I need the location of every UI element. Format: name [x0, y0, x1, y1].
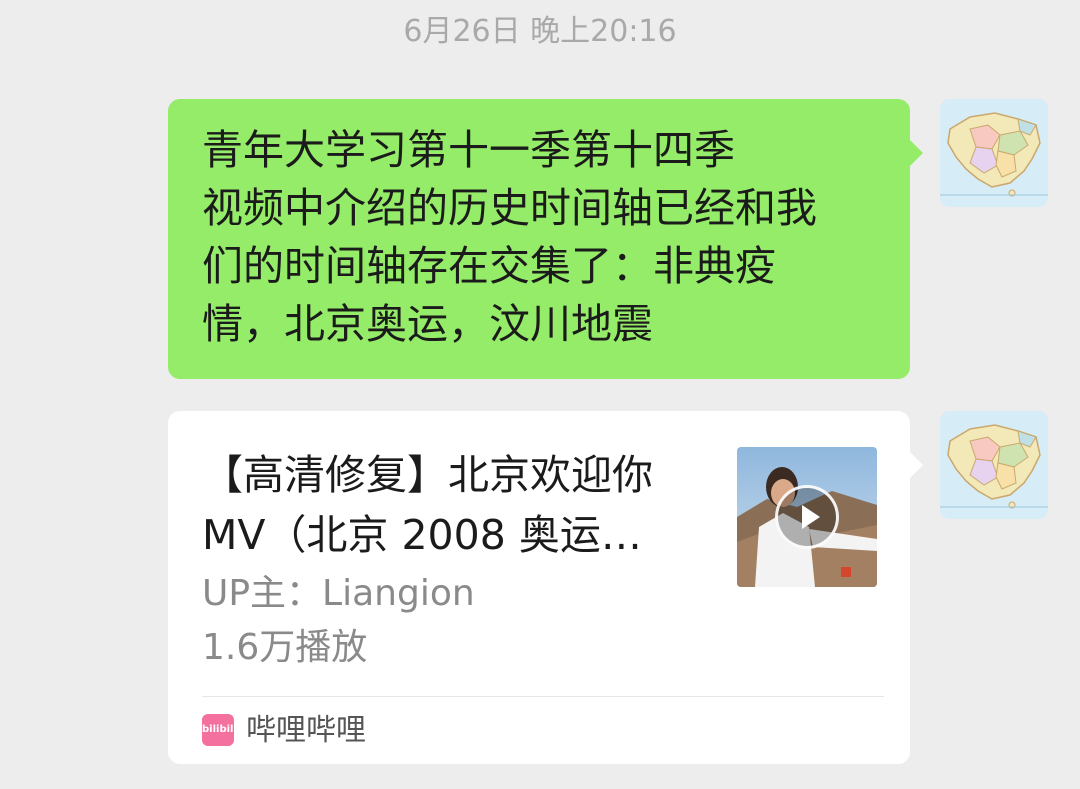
video-thumbnail[interactable]: [737, 447, 877, 587]
play-icon[interactable]: [775, 485, 839, 549]
user-avatar[interactable]: [940, 411, 1048, 519]
china-map-icon: [940, 411, 1048, 519]
user-avatar[interactable]: [940, 99, 1048, 207]
sent-message-bubble[interactable]: 青年大学习第十一季第十四季 视频中介绍的历史时间轴已经和我 们的时间轴存在交集了…: [168, 99, 923, 379]
video-share-card[interactable]: 【高清修复】北京欢迎你 MV（北京 2008 奥运… UP主：Liangion …: [168, 411, 923, 764]
message-text: 青年大学习第十一季第十四季 视频中介绍的历史时间轴已经和我 们的时间轴存在交集了…: [202, 126, 817, 348]
source-app-label: 哔哩哔哩: [246, 713, 366, 748]
video-title: 【高清修复】北京欢迎你 MV（北京 2008 奥运…: [202, 451, 653, 559]
video-uploader: UP主：Liangion: [202, 573, 475, 614]
china-map-icon: [940, 99, 1048, 207]
card-divider: [202, 696, 884, 697]
bilibili-logo-icon: bilibili: [202, 714, 234, 746]
chat-timestamp: 6月26日 晚上20:16: [403, 14, 677, 49]
video-view-count: 1.6万播放: [202, 627, 368, 668]
